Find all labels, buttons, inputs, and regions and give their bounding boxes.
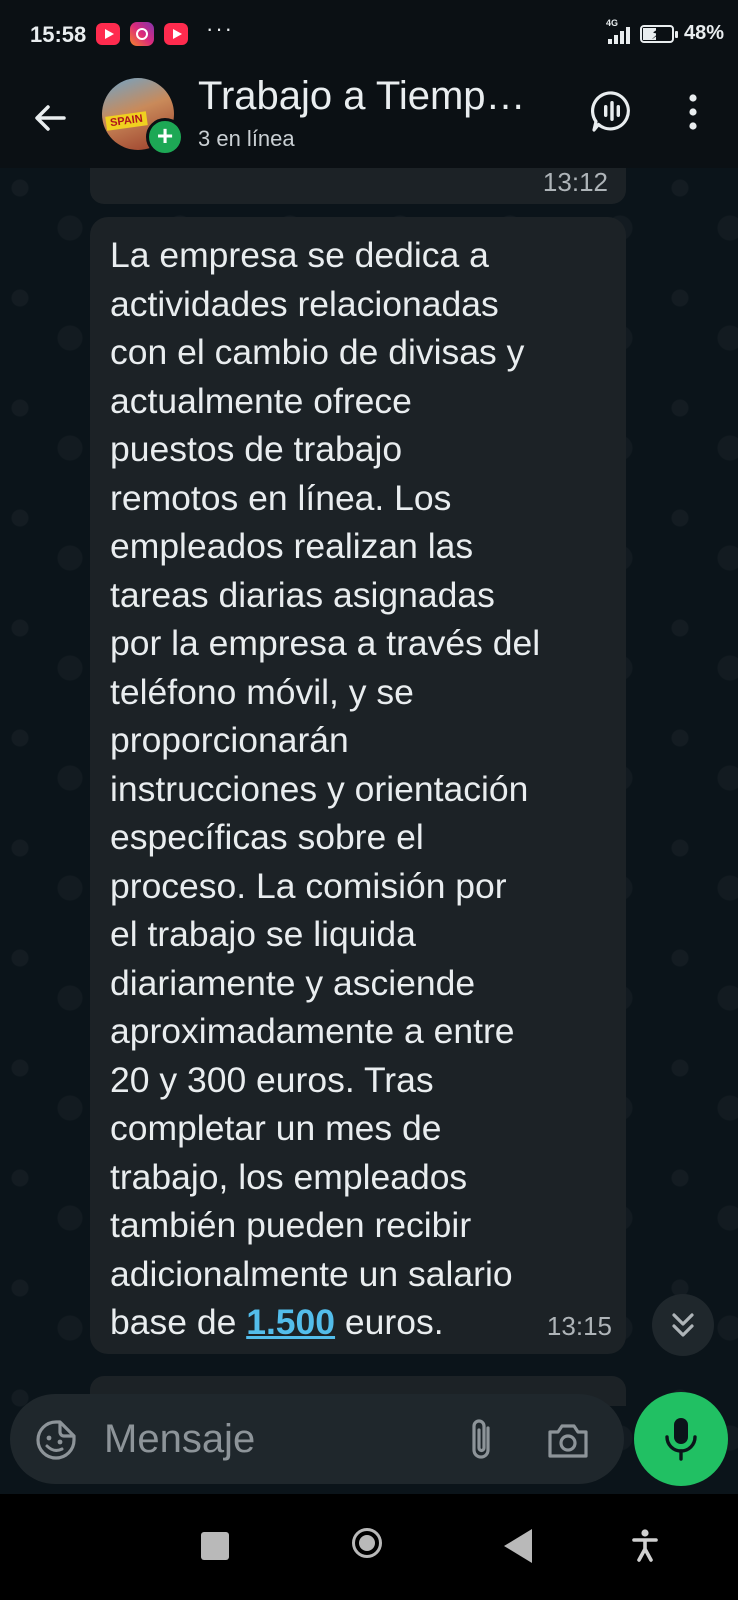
chat-header: SPAIN + Trabajo a Tiemp… 3 en línea: [0, 72, 738, 168]
message-time: 13:12: [542, 168, 608, 197]
sticker-icon: [36, 1420, 76, 1460]
more-vert-icon: [689, 94, 697, 130]
arrow-left-icon: [35, 105, 66, 131]
message-text-body: La empresa se dedica a actividades relac…: [110, 235, 541, 1342]
add-icon: +: [146, 118, 184, 156]
system-back-button[interactable]: [504, 1529, 532, 1563]
battery-percent: 48%: [683, 22, 724, 44]
chat-area[interactable]: 13:12 La empresa se dedica a actividades…: [0, 168, 738, 1494]
message-text: La empresa se dedica a actividades relac…: [110, 231, 606, 1347]
accessibility-button[interactable]: [630, 1528, 660, 1562]
instagram-icon: [130, 22, 154, 46]
notification-icons: ···: [96, 16, 234, 46]
message-link[interactable]: 1.500: [246, 1302, 335, 1342]
avatar-label: SPAIN: [105, 111, 148, 131]
previous-message-bubble[interactable]: 13:12: [90, 168, 626, 204]
message-input[interactable]: [102, 1410, 446, 1468]
message-input-bar: [10, 1394, 624, 1484]
paperclip-icon: [472, 1419, 490, 1459]
system-nav-bar: [0, 1494, 738, 1600]
scroll-to-bottom-button[interactable]: [652, 1294, 714, 1356]
emoji-button[interactable]: [34, 1418, 78, 1462]
chat-subtitle[interactable]: 3 en línea: [198, 126, 295, 152]
more-options-button[interactable]: [678, 90, 708, 134]
home-button[interactable]: [352, 1528, 382, 1558]
message-time: 13:15: [546, 1311, 612, 1341]
camera-button[interactable]: [544, 1418, 592, 1462]
voice-chat-icon: [591, 91, 630, 132]
message-bubble[interactable]: La empresa se dedica a actividades relac…: [90, 217, 626, 1354]
status-right: 4G ⚡ 48%: [606, 18, 724, 45]
network-type: 4G: [605, 17, 618, 28]
back-button[interactable]: [26, 94, 74, 142]
more-notifications-icon: ···: [206, 16, 234, 41]
attach-button[interactable]: [460, 1416, 504, 1462]
voice-message-button[interactable]: [634, 1392, 728, 1486]
youtube-icon: [96, 23, 120, 45]
status-time: 15:58: [30, 22, 87, 47]
signal-icon: 4G: [606, 18, 630, 44]
chat-title[interactable]: Trabajo a Tiemp…: [198, 74, 526, 119]
voice-chat-button[interactable]: [588, 88, 636, 136]
message-text-tail: euros.: [335, 1302, 444, 1342]
camera-icon: [548, 1424, 588, 1458]
recents-button[interactable]: [201, 1532, 229, 1560]
microphone-icon: [665, 1418, 697, 1461]
youtube-icon: [164, 23, 188, 45]
status-bar: 15:58 ··· 4G ⚡ 48%: [0, 0, 738, 72]
accessibility-icon: [632, 1529, 658, 1562]
battery-icon: ⚡: [639, 24, 678, 43]
double-chevron-down-icon: [672, 1313, 694, 1337]
